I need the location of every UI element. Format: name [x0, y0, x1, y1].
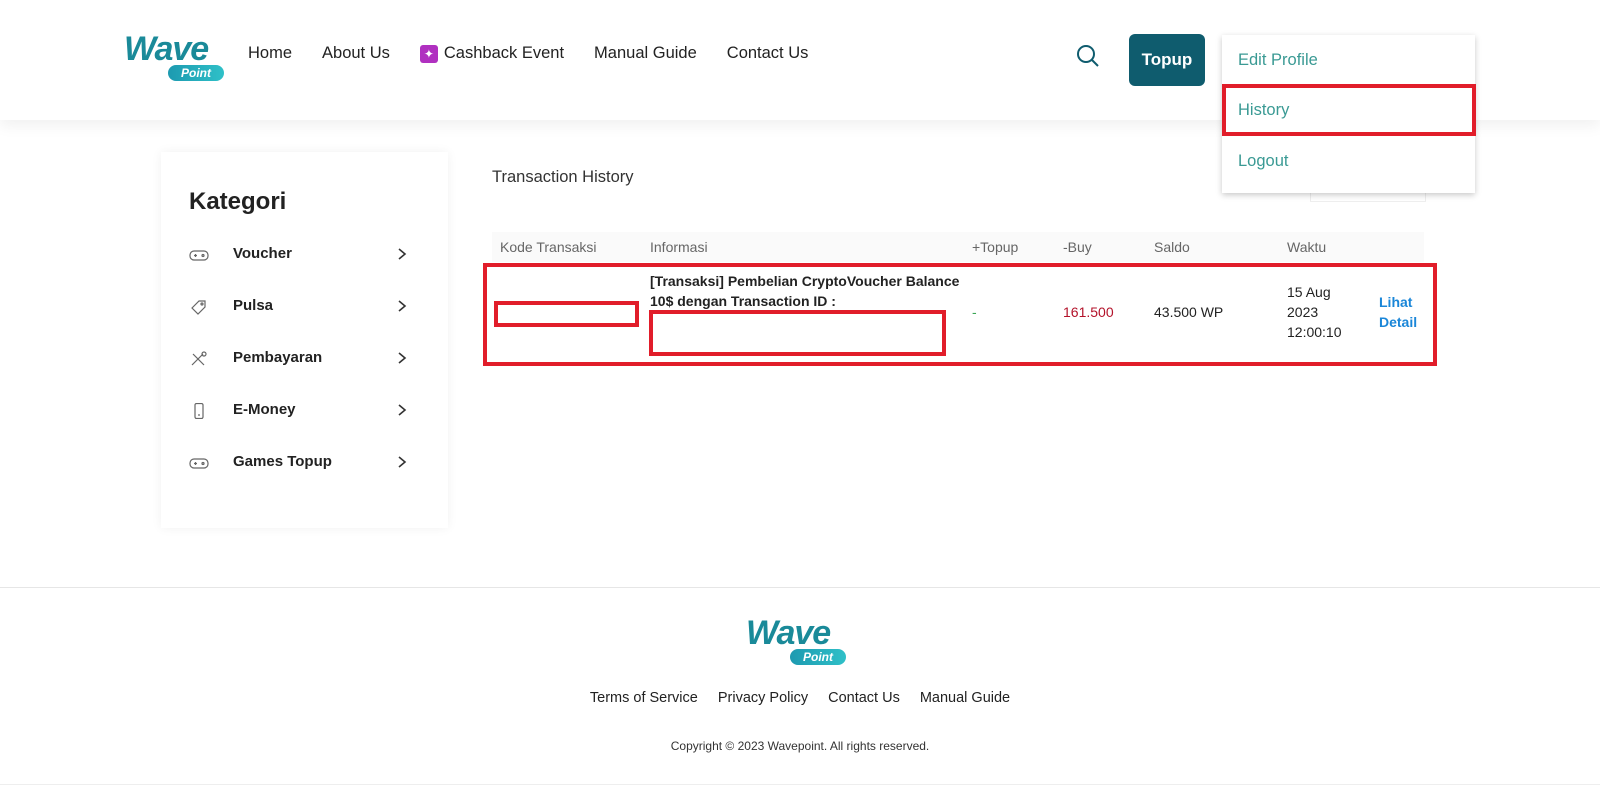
nav-cashback[interactable]: ✦ Cashback Event	[419, 44, 565, 63]
sidebar-item-label: Voucher	[233, 245, 292, 262]
phone-icon	[194, 403, 204, 419]
topup-button[interactable]: Topup	[1129, 34, 1205, 86]
footer-links: Terms of Service Privacy Policy Contact …	[0, 690, 1600, 706]
sidebar-item-label: Pulsa	[233, 297, 274, 314]
sidebar-item-pembayaran[interactable]: Pembayaran	[189, 347, 419, 371]
nav-contact[interactable]: Contact Us	[727, 44, 809, 63]
sidebar-item-pulsa[interactable]: Pulsa	[189, 295, 419, 319]
footer-divider	[0, 587, 1600, 588]
sidebar-item-voucher[interactable]: Voucher	[189, 243, 419, 267]
logo-word: Wave	[124, 30, 209, 68]
main-nav: Home About Us ✦ Cashback Event Manual Gu…	[248, 44, 838, 63]
chevron-right-icon	[398, 404, 407, 416]
footer-logo-sub: Point	[790, 649, 846, 665]
logo-sub: Point	[168, 65, 224, 81]
footer-logo[interactable]: Wave Point	[746, 614, 854, 666]
nav-manual[interactable]: Manual Guide	[594, 44, 697, 63]
gamepad-icon	[189, 250, 209, 261]
chevron-right-icon	[398, 248, 407, 260]
redaction-box-transaction-id	[649, 310, 946, 356]
sidebar-item-games-topup[interactable]: Games Topup	[189, 451, 419, 475]
history-highlight-box	[1222, 84, 1476, 136]
col-kode-transaksi: Kode Transaksi	[500, 239, 597, 255]
col-saldo: Saldo	[1154, 239, 1190, 255]
nav-about[interactable]: About Us	[322, 44, 390, 63]
nav-cashback-label: Cashback Event	[443, 44, 565, 62]
col-informasi: Informasi	[650, 239, 708, 255]
sidebar-item-emoney[interactable]: E-Money	[189, 399, 419, 423]
chevron-right-icon	[398, 456, 407, 468]
redaction-box-kode	[494, 301, 639, 327]
col-buy: -Buy	[1063, 239, 1092, 255]
dropdown-logout[interactable]: Logout	[1238, 152, 1288, 171]
wavepoint-logo[interactable]: Wave Point	[124, 30, 232, 82]
category-sidebar: Kategori Voucher Pulsa Pembayaran E-Mone…	[161, 152, 448, 528]
sidebar-title: Kategori	[189, 188, 287, 215]
footer-link-contact[interactable]: Contact Us	[828, 690, 900, 706]
footer-link-manual[interactable]: Manual Guide	[920, 690, 1010, 706]
copyright-text: Copyright © 2023 Wavepoint. All rights r…	[670, 739, 930, 753]
col-topup: +Topup	[972, 239, 1019, 255]
footer-logo-word: Wave	[746, 614, 831, 652]
tag-icon	[191, 300, 206, 315]
nav-home[interactable]: Home	[248, 44, 292, 63]
sidebar-item-label: Pembayaran	[233, 349, 323, 366]
table-header: Kode Transaksi Informasi +Topup -Buy Sal…	[492, 232, 1424, 262]
gamepad-icon	[189, 458, 209, 469]
footer-link-privacy[interactable]: Privacy Policy	[718, 690, 808, 706]
gift-icon: ✦	[419, 44, 438, 63]
chevron-right-icon	[398, 300, 407, 312]
bottom-divider	[0, 784, 1600, 785]
sidebar-item-label: E-Money	[233, 401, 296, 418]
chevron-right-icon	[398, 352, 407, 364]
page-title: Transaction History	[492, 168, 634, 186]
dropdown-edit-profile[interactable]: Edit Profile	[1238, 51, 1318, 70]
tools-icon	[191, 351, 207, 366]
sidebar-item-label: Games Topup	[233, 453, 332, 470]
footer-link-terms[interactable]: Terms of Service	[590, 690, 698, 706]
search-icon[interactable]	[1076, 44, 1100, 68]
col-waktu: Waktu	[1287, 239, 1327, 255]
